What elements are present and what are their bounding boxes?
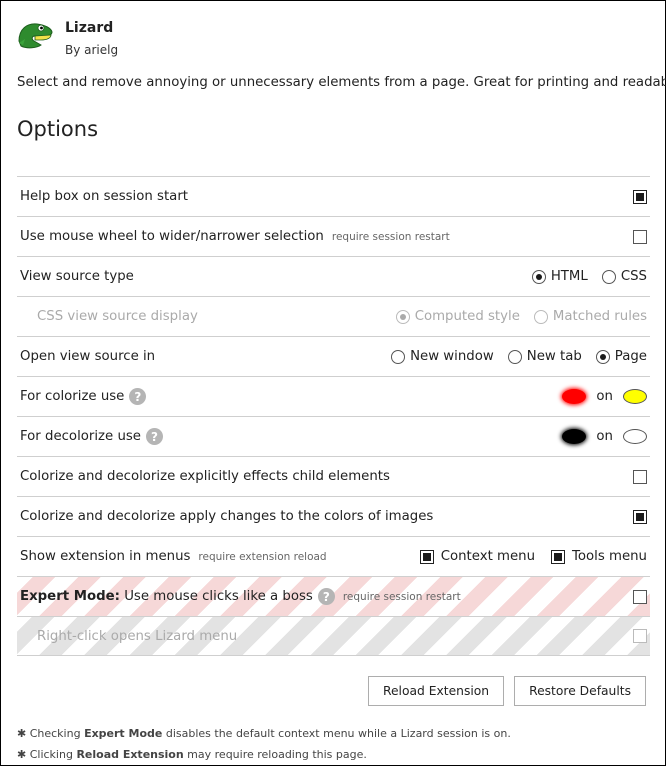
footnotes: ✱ Checking Expert Mode disables the defa… [17,723,511,765]
row-images: Colorize and decolorize apply changes to… [17,496,650,536]
app-description: Select and remove annoying or unnecessar… [17,75,666,90]
footnote-2-prefix: ✱ Clicking [17,748,77,761]
radio-page[interactable] [595,349,610,364]
radio-computed-style-label: Computed style [414,309,520,324]
context-menu-checkbox[interactable] [419,549,434,564]
child-elements-label: Colorize and decolorize explicitly effec… [20,469,390,484]
decolorize-help-icon[interactable]: ? [145,428,163,445]
radio-computed-style [395,309,410,324]
radio-new-tab[interactable] [507,349,522,364]
app-author: By arielg [65,43,119,57]
expert-mode-checkbox[interactable] [633,589,647,604]
options-heading: Options [17,117,99,141]
context-menu-label[interactable]: Context menu [441,549,535,564]
footnote-reload: ✱ Clicking Reload Extension may require … [17,744,511,765]
expert-mode-label: Use mouse clicks like a boss [124,589,313,604]
mouse-wheel-label: Use mouse wheel to wider/narrower select… [20,229,324,244]
footnote-2-suffix: may require reloading this page. [183,748,367,761]
action-buttons: Reload Extension Restore Defaults [358,676,646,706]
footnote-2-bold: Reload Extension [76,748,184,761]
css-view-display-label: CSS view source display [37,309,198,324]
row-right-click: Right-click opens Lizard menu [17,616,650,656]
footnote-1-bold: Expert Mode [84,727,163,740]
footnote-1-suffix: disables the default context menu while … [162,727,511,740]
radio-new-tab-label[interactable]: New tab [527,349,582,364]
child-elements-checkbox[interactable] [633,469,647,484]
images-checkbox[interactable] [633,509,647,524]
row-open-view-source: Open view source in New window New tab P… [17,336,650,376]
radio-html[interactable] [531,269,546,284]
row-menus: Show extension in menus require extension… [17,536,650,576]
radio-matched-rules-label: Matched rules [552,309,647,324]
right-click-label: Right-click opens Lizard menu [37,628,238,644]
row-child-elements: Colorize and decolorize explicitly effec… [17,456,650,496]
row-expert-mode: Expert Mode: Use mouse clicks like a bos… [17,576,650,616]
header: Lizard By arielg [15,13,118,61]
row-view-source-type: View source type HTML CSS [17,256,650,296]
radio-css[interactable] [601,269,616,284]
expert-mode-note: require session restart [342,590,461,603]
images-label: Colorize and decolorize apply changes to… [20,509,434,524]
row-help-box: Help box on session start [17,176,650,216]
tools-menu-checkbox[interactable] [551,549,566,564]
open-view-source-label: Open view source in [20,349,156,364]
restore-defaults-button[interactable]: Restore Defaults [514,676,646,706]
colorize-fg-swatch[interactable] [562,389,587,404]
mouse-wheel-checkbox[interactable] [633,229,647,244]
view-source-type-label: View source type [20,269,134,284]
decolorize-label: For decolorize use [20,429,141,444]
colorize-label: For colorize use [20,389,125,404]
mouse-wheel-note: require session restart [331,230,450,243]
footnote-1-prefix: ✱ Checking [17,727,85,740]
radio-html-label[interactable]: HTML [551,269,588,284]
row-colorize: For colorize use? on [17,376,650,416]
reload-extension-button[interactable]: Reload Extension [367,676,505,706]
radio-new-window[interactable] [391,349,406,364]
help-box-checkbox[interactable] [633,189,647,204]
options-list: Help box on session start Use mouse whee… [17,176,650,656]
row-decolorize: For decolorize use? on [17,416,650,456]
help-box-label: Help box on session start [20,189,189,204]
menus-label: Show extension in menus [20,549,191,564]
decolorize-fg-swatch[interactable] [562,429,587,444]
row-css-view-display: CSS view source display Computed style M… [17,296,650,336]
footnote-expert-mode: ✱ Checking Expert Mode disables the defa… [17,723,511,744]
colorize-on-label: on [596,389,613,404]
radio-new-window-label[interactable]: New window [410,349,494,364]
menus-note: require extension reload [198,550,327,563]
expert-mode-bold-label: Expert Mode: [20,589,120,604]
radio-page-label[interactable]: Page [615,349,647,364]
expert-mode-help-icon[interactable]: ? [317,588,335,605]
colorize-bg-swatch[interactable] [623,389,647,404]
decolorize-on-label: on [596,429,613,444]
right-click-checkbox [633,629,647,643]
tools-menu-label[interactable]: Tools menu [572,549,647,564]
decolorize-bg-swatch[interactable] [623,429,647,444]
radio-css-label[interactable]: CSS [621,269,647,284]
radio-matched-rules [533,309,548,324]
app-title: Lizard [65,20,114,36]
row-mouse-wheel: Use mouse wheel to wider/narrower select… [17,216,650,256]
colorize-help-icon[interactable]: ? [129,388,147,405]
lizard-logo-icon [18,23,53,49]
